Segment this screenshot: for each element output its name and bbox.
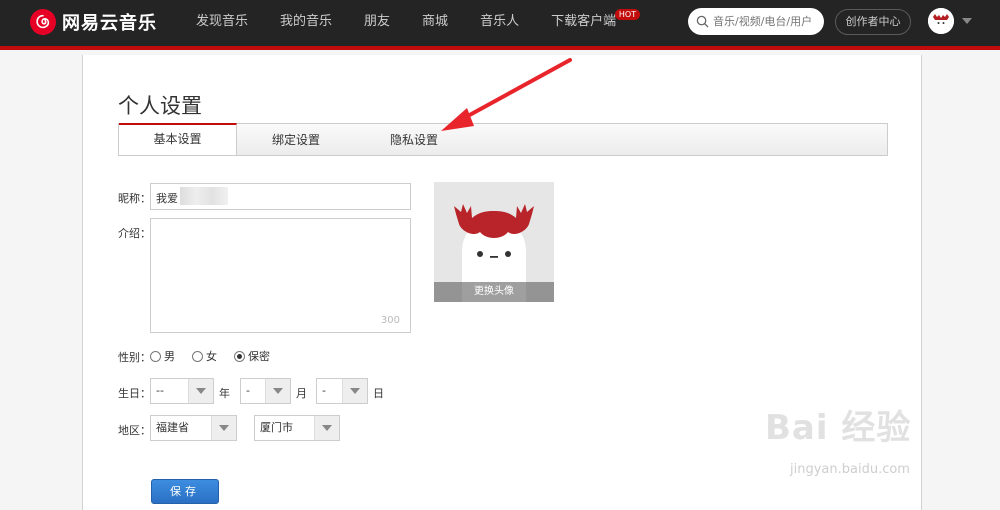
search-box[interactable] [688, 8, 824, 35]
baidu-jingyan-watermark: Bai 经验 jingyan.baidu.com [765, 400, 995, 510]
logo-text: 网易云音乐 [62, 13, 157, 34]
nav-discover-music[interactable]: 发现音乐 [180, 0, 264, 46]
region-label: 地区： [118, 424, 151, 437]
nav-download-client[interactable]: 下载客户端 HOT [535, 0, 641, 46]
province-select[interactable]: 福建省 [150, 415, 237, 441]
hot-badge: HOT [614, 9, 641, 20]
gender-radio-group: 男 女 保密 [150, 348, 287, 364]
birthday-label: 生日： [118, 387, 151, 400]
nickname-label: 昵称： [118, 192, 151, 205]
creator-center-button[interactable]: 创作者中心 [835, 9, 911, 35]
gender-female-label: 女 [206, 350, 217, 363]
netease-music-logo[interactable]: 网易云音乐 [30, 9, 157, 35]
province-value: 福建省 [156, 421, 189, 434]
gender-option-male[interactable]: 男 [150, 348, 175, 364]
user-menu-caret-icon[interactable] [962, 18, 972, 24]
nickname-input[interactable]: 我爱 [150, 183, 411, 210]
year-unit: 年 [219, 387, 230, 400]
birthday-year-value: -- [156, 384, 164, 397]
gender-male-label: 男 [164, 350, 175, 363]
gender-secret-label: 保密 [248, 350, 270, 363]
gender-option-female[interactable]: 女 [192, 348, 217, 364]
change-avatar-button[interactable]: 更换头像 [434, 282, 554, 302]
birthday-day-select[interactable]: - [316, 378, 368, 404]
dropdown-arrow-icon [342, 379, 367, 403]
intro-textarea[interactable]: 300 [150, 218, 411, 333]
profile-avatar[interactable]: 更换头像 [434, 182, 554, 302]
nav-my-music[interactable]: 我的音乐 [264, 0, 348, 46]
tab-basic-settings[interactable]: 基本设置 [119, 123, 237, 155]
gender-label: 性别： [118, 351, 151, 364]
main-nav: 发现音乐 我的音乐 朋友 商城 音乐人 下载客户端 HOT [180, 0, 641, 46]
nickname-blur-mask [180, 187, 228, 205]
user-avatar-icon [928, 8, 954, 34]
nav-mall[interactable]: 商城 [406, 0, 464, 46]
watermark-logo: Bai 经验 [765, 408, 912, 448]
nav-friends[interactable]: 朋友 [348, 0, 406, 46]
intro-label: 介绍： [118, 227, 151, 240]
dropdown-arrow-icon [188, 379, 213, 403]
day-unit: 日 [373, 387, 384, 400]
city-value: 厦门市 [260, 421, 293, 434]
watermark-url: jingyan.baidu.com [790, 462, 910, 477]
birthday-month-value: - [246, 384, 250, 397]
radio-female[interactable] [192, 350, 203, 362]
nickname-value: 我爱 [156, 192, 178, 205]
tab-binding-settings[interactable]: 绑定设置 [237, 124, 355, 155]
birthday-day-value: - [322, 384, 326, 397]
city-select[interactable]: 厦门市 [254, 415, 340, 441]
dropdown-arrow-icon [211, 416, 236, 440]
dropdown-arrow-icon [314, 416, 339, 440]
intro-char-count: 300 [380, 315, 400, 326]
radio-secret[interactable] [234, 350, 245, 362]
settings-tabs: 基本设置 绑定设置 隐私设置 [118, 123, 888, 156]
dropdown-arrow-icon [265, 379, 290, 403]
page-title: 个人设置 [118, 94, 202, 118]
birthday-month-select[interactable]: - [240, 378, 291, 404]
birthday-year-select[interactable]: -- [150, 378, 214, 404]
nav-musician[interactable]: 音乐人 [464, 0, 535, 46]
search-input[interactable] [713, 15, 819, 28]
netease-logo-icon [30, 9, 56, 35]
top-navbar: 网易云音乐 发现音乐 我的音乐 朋友 商城 音乐人 下载客户端 HOT 创作者中… [0, 0, 1000, 50]
user-avatar[interactable] [928, 8, 954, 34]
search-icon [696, 15, 709, 28]
nav-download-label: 下载客户端 [551, 14, 617, 29]
tab-privacy-settings[interactable]: 隐私设置 [355, 124, 473, 155]
gender-option-secret[interactable]: 保密 [234, 348, 270, 364]
radio-male[interactable] [150, 350, 161, 362]
month-unit: 月 [296, 387, 307, 400]
save-button[interactable]: 保存 [151, 479, 219, 504]
